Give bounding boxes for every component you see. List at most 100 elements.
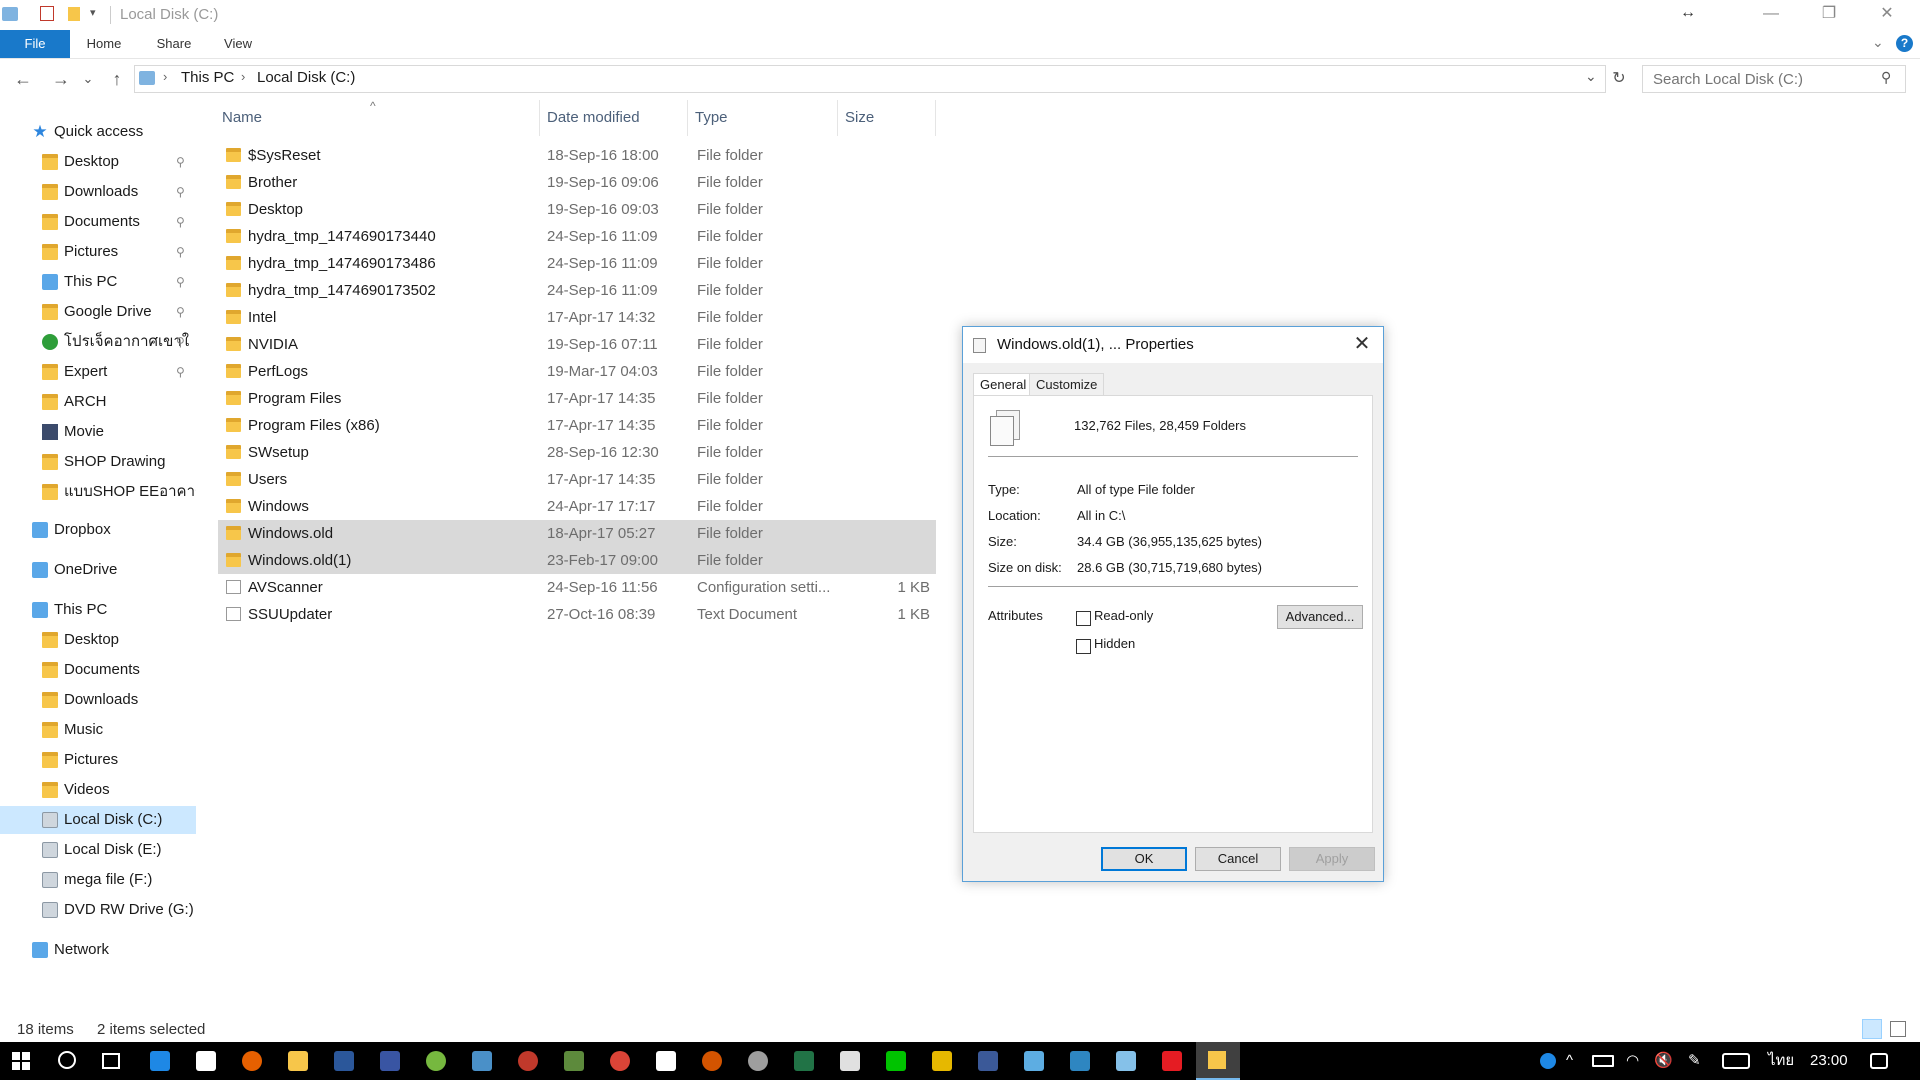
readonly-checkbox[interactable]: [1076, 611, 1091, 626]
app-icon[interactable]: [472, 1051, 492, 1071]
file-row[interactable]: $SysReset 18-Sep-16 18:00 File folder: [218, 142, 936, 169]
ok-button[interactable]: OK: [1101, 847, 1187, 871]
sidebar-item[interactable]: Music: [0, 716, 196, 744]
file-row[interactable]: SWsetup 28-Sep-16 12:30 File folder: [218, 439, 936, 466]
breadcrumb-chevron-icon[interactable]: ›: [163, 69, 167, 84]
expand-ribbon-icon[interactable]: ⌄: [1872, 34, 1884, 51]
search-icon[interactable]: ⚲: [1881, 69, 1891, 86]
breadcrumb-local-disk[interactable]: Local Disk (C:): [257, 69, 355, 86]
file-row[interactable]: hydra_tmp_1474690173502 24-Sep-16 11:09 Fi…: [218, 277, 936, 304]
app-blue2-icon[interactable]: [1070, 1051, 1090, 1071]
new-folder-quick-icon[interactable]: [68, 7, 80, 21]
search-input[interactable]: [1651, 66, 1875, 92]
file-row[interactable]: hydra_tmp_1474690173440 24-Sep-16 11:09 Fi…: [218, 223, 936, 250]
sidebar-item[interactable]: Expert ⚲: [0, 358, 196, 386]
apply-button[interactable]: Apply: [1289, 847, 1375, 871]
pin-icon[interactable]: ⚲: [176, 148, 185, 176]
app-yellow-icon[interactable]: [932, 1051, 952, 1071]
sidebar-item[interactable]: Documents: [0, 656, 196, 684]
file-row[interactable]: Windows 24-Apr-17 17:17 File folder: [218, 493, 936, 520]
file-row[interactable]: Windows.old 18-Apr-17 05:27 File folder: [218, 520, 936, 547]
show-hidden-icons-icon[interactable]: ^: [1566, 1042, 1573, 1080]
action-center-icon[interactable]: [1870, 1053, 1888, 1069]
pin-icon[interactable]: ⚲: [176, 358, 185, 386]
sidebar-item[interactable]: Desktop: [0, 626, 196, 654]
hidden-checkbox[interactable]: [1076, 639, 1091, 654]
sidebar-item[interactable]: Desktop ⚲: [0, 148, 196, 176]
maximize-button[interactable]: ❐: [1800, 0, 1858, 30]
store-icon[interactable]: [196, 1051, 216, 1071]
edge-icon[interactable]: [150, 1051, 170, 1071]
navigation-pane[interactable]: ★ Quick access Desktop ⚲ Downloads ⚲ Documents…: [0, 118, 196, 1018]
app-blue-icon[interactable]: [1024, 1051, 1044, 1071]
column-header-name[interactable]: Name ^: [218, 99, 540, 136]
up-button[interactable]: ↑: [104, 67, 130, 91]
chart-app-icon[interactable]: [564, 1051, 584, 1071]
pin-icon[interactable]: ⚲: [176, 178, 185, 206]
acrobat-icon[interactable]: [1162, 1051, 1182, 1071]
search-taskbar-icon[interactable]: [58, 1051, 76, 1069]
sidebar-item[interactable]: This PC ⚲: [0, 268, 196, 296]
file-row[interactable]: Program Files 17-Apr-17 14:35 File folder: [218, 385, 936, 412]
column-header-type[interactable]: Type: [688, 100, 838, 136]
facebook-icon[interactable]: [978, 1051, 998, 1071]
address-bar[interactable]: › This PC › Local Disk (C:) ⌄: [134, 65, 1606, 93]
cancel-button[interactable]: Cancel: [1195, 847, 1281, 871]
back-button[interactable]: ←: [10, 67, 36, 91]
properties-quick-icon[interactable]: [40, 6, 54, 21]
active-explorer-taskbar-button[interactable]: [1196, 1042, 1240, 1080]
file-row[interactable]: NVIDIA 19-Sep-16 07:11 File folder: [218, 331, 936, 358]
close-button[interactable]: ✕: [1858, 0, 1916, 30]
breadcrumb-this-pc[interactable]: This PC: [181, 69, 234, 86]
sidebar-item[interactable]: Videos: [0, 776, 196, 804]
search-box[interactable]: ⚲: [1642, 65, 1906, 93]
keyboard-icon[interactable]: [1722, 1053, 1750, 1069]
pin-icon[interactable]: ⚲: [176, 268, 185, 296]
sidebar-item[interactable]: Pictures: [0, 746, 196, 774]
explorer-icon[interactable]: [2, 7, 18, 21]
camera-icon[interactable]: [656, 1051, 676, 1071]
column-header-size[interactable]: Size: [838, 100, 936, 136]
refresh-button[interactable]: ↻: [1606, 67, 1632, 91]
firefox-icon[interactable]: [242, 1051, 262, 1071]
pin-icon[interactable]: ⚲: [176, 208, 185, 236]
volume-muted-icon[interactable]: 🔇: [1654, 1042, 1673, 1080]
help-tray-icon[interactable]: [1540, 1053, 1556, 1069]
sidebar-item[interactable]: Local Disk (E:): [0, 836, 196, 864]
large-icons-view-icon[interactable]: [1890, 1021, 1906, 1037]
sync-app-icon[interactable]: [702, 1051, 722, 1071]
sidebar-item[interactable]: ★ Quick access: [0, 118, 196, 146]
sidebar-item[interactable]: Pictures ⚲: [0, 238, 196, 266]
tab-file[interactable]: File: [0, 30, 70, 58]
excel-icon[interactable]: [794, 1051, 814, 1071]
visio-icon[interactable]: [380, 1051, 400, 1071]
chrome-icon[interactable]: [610, 1051, 630, 1071]
sidebar-item[interactable]: Movie: [0, 418, 196, 446]
file-row[interactable]: Desktop 19-Sep-16 09:03 File folder: [218, 196, 936, 223]
advanced-button[interactable]: Advanced...: [1277, 605, 1363, 629]
start-icon[interactable]: [12, 1052, 30, 1070]
breadcrumb-chevron-icon[interactable]: ›: [241, 69, 245, 84]
pin-icon[interactable]: ⚲: [176, 328, 185, 356]
help-icon[interactable]: ?: [1896, 35, 1913, 52]
hidden-label[interactable]: Hidden: [1094, 636, 1135, 651]
word-icon[interactable]: [334, 1051, 354, 1071]
sidebar-item[interactable]: mega file (F:): [0, 866, 196, 894]
column-header-date[interactable]: Date modified: [540, 100, 688, 136]
file-row[interactable]: Program Files (x86) 17-Apr-17 14:35 File f…: [218, 412, 936, 439]
tab-general[interactable]: General: [973, 373, 1034, 396]
language-indicator[interactable]: ไทย: [1768, 1042, 1794, 1080]
file-explorer-icon[interactable]: [288, 1051, 308, 1071]
calculator-icon[interactable]: [840, 1051, 860, 1071]
file-row[interactable]: Users 17-Apr-17 14:35 File folder: [218, 466, 936, 493]
sidebar-item[interactable]: Google Drive ⚲: [0, 298, 196, 326]
details-view-icon[interactable]: [1862, 1019, 1882, 1039]
sidebar-item[interactable]: Documents ⚲: [0, 208, 196, 236]
address-dropdown-icon[interactable]: ⌄: [1585, 68, 1597, 85]
tab-customize[interactable]: Customize: [1029, 373, 1105, 396]
dialog-title-bar[interactable]: Windows.old(1), ... Properties ✕: [963, 327, 1383, 363]
tab-view[interactable]: View: [214, 30, 262, 58]
sidebar-item[interactable]: Local Disk (C:): [0, 806, 196, 834]
sidebar-item[interactable]: Downloads ⚲: [0, 178, 196, 206]
sidebar-item[interactable]: This PC: [0, 596, 196, 624]
